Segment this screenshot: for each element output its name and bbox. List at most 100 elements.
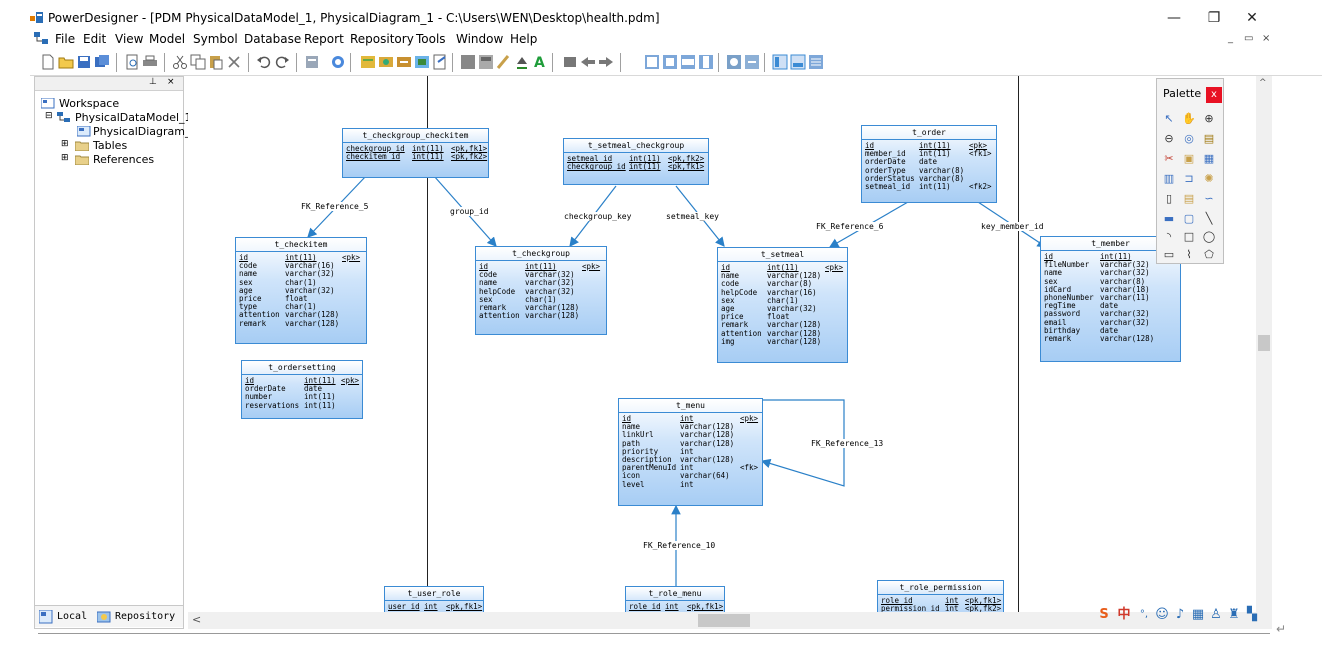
tab-repository[interactable]: Repository [95, 608, 175, 626]
entity-t-checkitem[interactable]: t_checkitem id int(11) <pk> code varchar(16)… [235, 237, 367, 344]
browser-icon[interactable] [330, 54, 346, 70]
entity-t-setmeal[interactable]: t_setmeal id int(11) <pk> name varchar(128) c… [717, 247, 848, 363]
tree-tables[interactable]: Tables [93, 139, 127, 152]
back-icon[interactable] [580, 54, 596, 70]
entity-column-row[interactable]: role_id int <pk,fk1> [629, 602, 723, 611]
minimize-button[interactable]: — [1162, 8, 1186, 28]
entity-t-role-permission[interactable]: t_role_permission role_id int <pk,fk1> perm… [877, 580, 1004, 612]
refresh-icon[interactable] [726, 54, 742, 70]
arc-icon[interactable]: ◝ [1162, 230, 1176, 244]
reverse-engineer-icon[interactable] [396, 54, 412, 70]
table-icon[interactable]: ▦ [1202, 152, 1216, 166]
scroll-left-icon[interactable]: < [192, 613, 201, 626]
save-all-icon[interactable] [94, 54, 110, 70]
grabber-icon[interactable]: ✋ [1182, 112, 1196, 126]
reference-label-key-member-id[interactable]: key_member_id [981, 222, 1044, 231]
undo-icon[interactable] [256, 54, 272, 70]
skin-icon[interactable]: ♜ [1226, 606, 1242, 624]
file-icon[interactable]: ▯ [1162, 192, 1176, 206]
menu-report[interactable]: Report [304, 32, 344, 46]
mdi-restore-button[interactable]: ▭ [1244, 33, 1253, 44]
properties-icon[interactable] [304, 54, 320, 70]
procedure-icon[interactable]: ✺ [1202, 172, 1216, 186]
tree-physical-data-model[interactable]: PhysicalDataModel_1 [75, 111, 192, 124]
entity-column-row[interactable]: remark varchar(128) [239, 319, 363, 328]
menu-symbol[interactable]: Symbol [193, 32, 238, 46]
reference-label-group-id[interactable]: group_id [450, 207, 489, 216]
delete-icon[interactable] [226, 54, 242, 70]
tree-references[interactable]: References [93, 153, 154, 166]
impact-analysis-icon[interactable] [432, 54, 448, 70]
properties-icon[interactable]: ▤ [1202, 132, 1216, 146]
redo-icon[interactable] [274, 54, 290, 70]
browser-pin-icon[interactable]: ⊥ [149, 77, 157, 87]
reference-label-fk6[interactable]: FK_Reference_6 [816, 222, 884, 231]
ime-punctuation[interactable]: °, [1136, 606, 1152, 624]
note-icon[interactable]: ▤ [1182, 192, 1196, 206]
entity-column-row[interactable]: checkitem_id int(11) <pk,fk2> [346, 152, 487, 161]
entity-column-row[interactable]: permission_id int <pk,fk2> [881, 604, 1001, 612]
entity-column-row[interactable]: attention varchar(128) [479, 311, 603, 320]
entity-t-setmeal-checkgroup[interactable]: t_setmeal_checkgroup setmeal_id int(11) <p… [563, 138, 709, 185]
menu-view[interactable]: View [115, 32, 143, 46]
redisplay-icon[interactable] [744, 54, 760, 70]
ellipse-icon[interactable]: ◯ [1202, 230, 1216, 244]
tree-physical-diagram[interactable]: PhysicalDiagram_1 [93, 125, 197, 138]
entity-t-ordersetting[interactable]: t_ordersetting id int(11) <pk> orderDate dat… [241, 360, 363, 419]
zoom-selection-icon[interactable] [698, 54, 714, 70]
entity-column-row[interactable]: setmeal_id int(11) <fk2> [865, 182, 993, 191]
user-icon[interactable]: ♙ [1208, 606, 1224, 624]
rounded-rectangle-icon[interactable]: ▭ [1162, 248, 1176, 262]
browser-toggle-icon[interactable] [772, 54, 788, 70]
ime-menu-icon[interactable]: ▚ [1244, 606, 1260, 624]
open-package-icon[interactable]: ◎ [1182, 132, 1196, 146]
expand-icon[interactable]: ⊞ [61, 153, 69, 163]
save-icon[interactable] [76, 54, 92, 70]
group-icon[interactable] [562, 54, 578, 70]
compare-icon[interactable] [414, 54, 430, 70]
menu-edit[interactable]: Edit [83, 32, 106, 46]
text-icon[interactable]: ▬ [1162, 212, 1176, 226]
paste-icon[interactable] [208, 54, 224, 70]
rectangle-icon[interactable]: □ [1182, 230, 1196, 244]
zoom-window-icon[interactable] [644, 54, 660, 70]
entity-column-row[interactable]: reservations int(11) [245, 401, 359, 410]
entity-column-row[interactable]: img varchar(128) [721, 337, 844, 346]
menu-repository[interactable]: Repository [350, 32, 414, 46]
reference-label-setmeal-key[interactable]: setmeal_key [666, 212, 719, 221]
align-icon[interactable] [478, 54, 494, 70]
reference-icon[interactable]: ⊐ [1182, 172, 1196, 186]
palette-close-button[interactable]: x [1206, 87, 1222, 103]
browser-close-icon[interactable]: × [167, 77, 175, 87]
reference-label-fk10[interactable]: FK_Reference_10 [643, 541, 716, 550]
restore-button[interactable]: ❐ [1202, 8, 1226, 28]
open-icon[interactable] [58, 54, 74, 70]
sogou-logo-icon[interactable]: S [1096, 606, 1112, 624]
entity-t-menu[interactable]: t_menu id int <pk> name varchar(128) linkUrl v… [618, 398, 763, 506]
entity-t-user-role[interactable]: t_user_role user_id int <pk,fk1> [384, 586, 484, 612]
entity-t-role-menu[interactable]: t_role_menu role_id int <pk,fk1> [625, 586, 725, 612]
link-icon[interactable]: ∽ [1202, 192, 1216, 206]
print-icon[interactable] [142, 54, 158, 70]
mdi-minimize-button[interactable]: _ [1228, 33, 1233, 44]
result-list-icon[interactable] [808, 54, 824, 70]
zoom-page-icon[interactable] [662, 54, 678, 70]
check-model-icon[interactable] [360, 54, 376, 70]
zoom-out-icon[interactable]: ⊖ [1162, 132, 1176, 146]
entity-t-order[interactable]: t_order id int(11) <pk> member_id int(11) <fk… [861, 125, 997, 203]
entity-column-row[interactable]: user_id int <pk,fk1> [388, 602, 482, 611]
view-icon[interactable]: ▥ [1162, 172, 1176, 186]
zoom-in-icon[interactable]: ⊕ [1202, 112, 1216, 126]
polyline-icon[interactable]: ⌇ [1182, 248, 1196, 262]
reference-label-checkgroup-key[interactable]: checkgroup_key [564, 212, 632, 221]
output-toggle-icon[interactable] [790, 54, 806, 70]
generate-database-icon[interactable] [378, 54, 394, 70]
entity-t-checkgroup[interactable]: t_checkgroup id int(11) <pk> code varchar(32… [475, 246, 607, 335]
title-icon[interactable]: ▢ [1182, 212, 1196, 226]
copy-icon[interactable] [190, 54, 206, 70]
delete-icon[interactable]: ✂ [1162, 152, 1176, 166]
scroll-up-icon[interactable]: ^ [1259, 78, 1267, 88]
menu-file[interactable]: File [55, 32, 75, 46]
expand-icon[interactable]: ⊞ [61, 139, 69, 149]
vertical-scroll-thumb[interactable] [1258, 335, 1270, 351]
